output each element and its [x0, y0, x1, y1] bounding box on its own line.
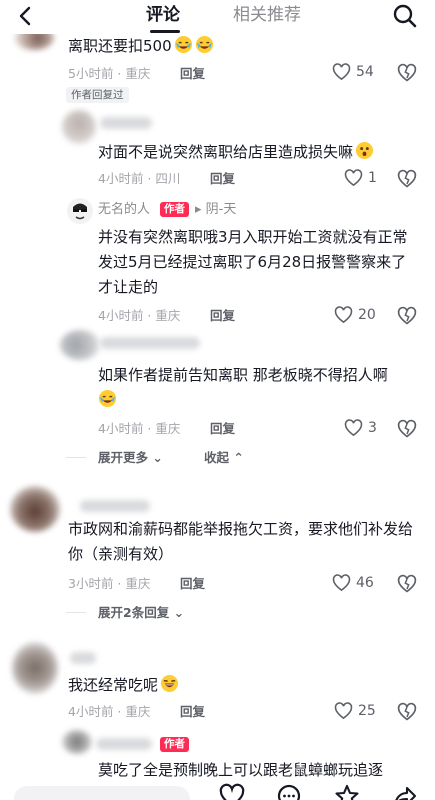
username-blurred — [100, 117, 152, 129]
tab-comments[interactable]: 评论 — [146, 4, 180, 26]
thinking-emoji-icon — [355, 141, 374, 160]
top-bar: 评论 相关推荐 — [0, 0, 435, 34]
comment-icon[interactable] — [276, 783, 302, 800]
broken-heart-icon[interactable] — [397, 419, 417, 439]
comment-text: 并没有突然离职哦3月入职开始工资就没有正常发过5月已经提过离职了6月28日报警警… — [98, 228, 408, 296]
comment-text-content: 如果作者提前告知离职 那老板晓不得招人啊 — [98, 366, 388, 384]
comment-meta: 4小时前 · 四川 — [98, 171, 181, 186]
reply-button[interactable]: 回复 — [180, 66, 205, 82]
comment-text-content: 对面不是说突然离职给店里造成损失嘛 — [98, 143, 354, 161]
expand-more-button[interactable]: 展开更多 ⌄ — [98, 450, 163, 466]
chevron-up-icon: ⌃ — [233, 450, 244, 465]
avatar[interactable] — [67, 198, 93, 224]
username-blurred — [70, 652, 96, 664]
like-count: 1 — [368, 170, 377, 186]
comment-meta: 5小时前 · 重庆 — [68, 66, 151, 81]
like-count: 46 — [356, 575, 374, 591]
username-blurred — [100, 337, 200, 349]
crying-laughing-emoji-icon — [195, 35, 213, 54]
comment-text: 如果作者提前告知离职 那老板晓不得招人啊 — [98, 363, 420, 413]
avatar[interactable] — [62, 730, 92, 754]
search-icon[interactable] — [392, 3, 418, 29]
laughing-emoji-icon — [160, 674, 179, 693]
avatar[interactable] — [62, 110, 96, 144]
comment-meta: 4小时前 · 重庆 — [98, 308, 181, 323]
broken-heart-icon[interactable] — [397, 169, 417, 189]
reply-button[interactable]: 回复 — [210, 421, 235, 437]
broken-heart-icon[interactable] — [397, 574, 417, 594]
author-username: 无名的人 — [98, 202, 151, 217]
broken-heart-icon[interactable] — [397, 702, 417, 722]
author-replied-badge: 作者回复过 — [66, 87, 129, 103]
heart-icon[interactable] — [219, 783, 245, 800]
tab-related-recommendations[interactable]: 相关推荐 — [233, 4, 301, 26]
like-count: 25 — [358, 703, 376, 719]
comment-text: 对面不是说突然离职给店里造成损失嘛 — [98, 140, 374, 165]
reply-button[interactable]: 回复 — [180, 704, 205, 720]
reply-to: ▸ 阴-天 — [195, 202, 237, 217]
comment-text-content: 我还经常吃呢 — [68, 676, 159, 694]
crying-laughing-emoji-icon — [174, 35, 192, 54]
chevron-down-icon: ⌄ — [152, 450, 163, 465]
like-count: 20 — [358, 307, 376, 323]
reply-button[interactable]: 回复 — [180, 576, 205, 592]
comment-text-content: 离职还要扣500 — [68, 37, 172, 55]
username-blurred — [80, 500, 150, 512]
thread-divider — [66, 457, 86, 458]
heart-icon — [332, 63, 351, 81]
collapse-button[interactable]: 收起 ⌃ — [204, 450, 244, 466]
chevron-down-icon: ⌄ — [173, 605, 185, 620]
like-count: 3 — [368, 420, 377, 436]
comment-text: 离职还要扣500 — [68, 34, 214, 59]
thread-divider — [66, 612, 86, 613]
comment-meta: 4小时前 · 重庆 — [98, 421, 181, 436]
author-tag: 作者 — [160, 737, 189, 752]
heart-icon — [334, 702, 353, 720]
like-button[interactable]: 54 — [332, 63, 374, 81]
comment-text: 我还经常吃呢 — [68, 673, 179, 698]
crying-laughing-emoji-icon — [98, 389, 117, 408]
like-button[interactable]: 1 — [344, 169, 377, 187]
expand-replies-button[interactable]: 展开2条回复 ⌄ — [98, 605, 184, 621]
avatar[interactable] — [10, 486, 60, 532]
broken-heart-icon[interactable] — [397, 63, 417, 83]
like-count: 54 — [356, 64, 374, 80]
share-icon[interactable] — [392, 783, 418, 800]
like-button[interactable]: 46 — [332, 574, 374, 592]
like-button[interactable]: 3 — [344, 419, 377, 437]
like-button[interactable]: 20 — [334, 306, 376, 324]
reply-button[interactable]: 回复 — [210, 171, 235, 187]
avatar[interactable] — [60, 330, 100, 360]
heart-icon — [344, 169, 363, 187]
comment-text: 市政网和渝薪码都能举报拖欠工资，要求他们补发给你（亲测有效） — [68, 520, 414, 563]
author-tag: 作者 — [160, 202, 189, 217]
broken-heart-icon[interactable] — [397, 306, 417, 326]
username-blurred — [96, 738, 152, 750]
star-icon[interactable] — [334, 783, 360, 800]
comment-input[interactable] — [14, 786, 190, 800]
comment-meta: 4小时前 · 重庆 — [68, 704, 151, 719]
like-button[interactable]: 25 — [334, 702, 376, 720]
avatar[interactable] — [12, 642, 58, 694]
active-tab-indicator — [150, 30, 180, 33]
comment-meta: 3小时前 · 重庆 — [68, 576, 151, 591]
heart-icon — [334, 306, 353, 324]
back-arrow-icon[interactable] — [14, 4, 38, 28]
reply-button[interactable]: 回复 — [210, 308, 235, 324]
heart-icon — [332, 574, 351, 592]
heart-icon — [344, 419, 363, 437]
